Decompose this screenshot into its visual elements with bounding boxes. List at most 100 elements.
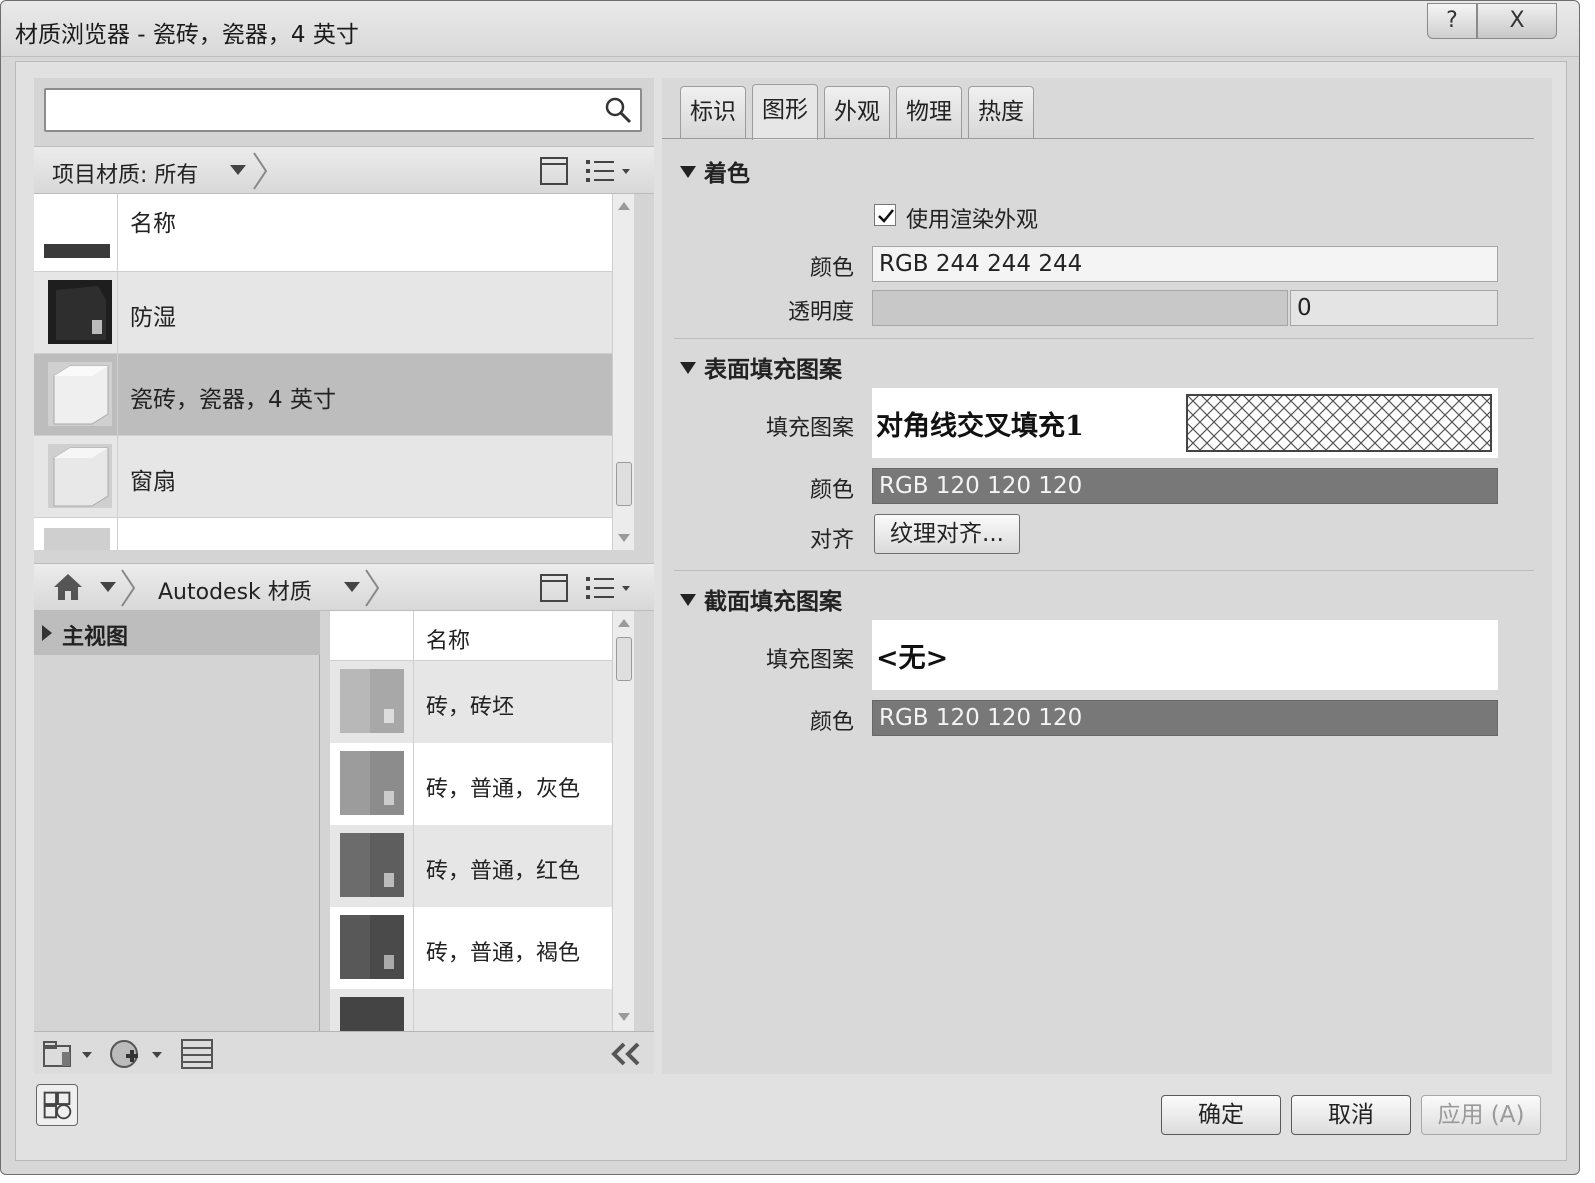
- section-shading-header[interactable]: 着色: [680, 154, 750, 188]
- list-item-label: 砖，普通，红色: [426, 859, 581, 884]
- use-render-appearance-checkbox[interactable]: [874, 204, 896, 226]
- collapse-triangle-icon[interactable]: [680, 166, 696, 178]
- partial-swatch: [340, 997, 404, 1031]
- list-item-label: 防湿: [130, 305, 176, 331]
- tab-physical[interactable]: 物理: [896, 86, 962, 138]
- material-swatch: [340, 751, 404, 815]
- list-item[interactable]: 砖，普通，灰色: [330, 743, 634, 825]
- shading-color-field[interactable]: RGB 244 244 244: [872, 246, 1498, 282]
- scroll-up-icon[interactable]: [618, 619, 630, 627]
- list-item-label: 砖，砖坯: [426, 695, 515, 720]
- tab-identity[interactable]: 标识: [680, 86, 746, 138]
- tab-underline: [662, 138, 1534, 139]
- breadcrumb-separator-icon: [365, 569, 380, 607]
- project-material-list: 名称 防湿 瓷砖，瓷器，4 英寸 窗扇: [34, 194, 634, 550]
- scroll-down-icon[interactable]: [618, 1013, 630, 1021]
- cut-color-label: 颜色: [809, 710, 854, 735]
- transparency-slider[interactable]: [872, 290, 1288, 326]
- list-item[interactable]: 砖，砖坯: [330, 661, 634, 743]
- home-icon[interactable]: [52, 572, 84, 602]
- search-box: [44, 88, 642, 132]
- scroll-thumb[interactable]: [616, 637, 632, 681]
- section-title: 截面填充图案: [704, 589, 842, 615]
- material-swatch: [48, 444, 112, 508]
- thumb-cell: [34, 272, 118, 353]
- transparency-value-field[interactable]: 0: [1290, 290, 1498, 326]
- scroll-down-icon[interactable]: [618, 534, 630, 542]
- thumb-cell: [34, 436, 118, 517]
- cut-color-field[interactable]: RGB 120 120 120: [872, 700, 1498, 736]
- tree-item-home-view[interactable]: 主视图: [34, 611, 320, 655]
- name-column-header[interactable]: 名称: [130, 204, 176, 238]
- material-browser-window: 材质浏览器 - 瓷砖，瓷器，4 英寸 ? X 项目材质: 所有 名称 防湿 瓷砖…: [0, 0, 1580, 1175]
- cut-pattern-name: <无>: [876, 643, 949, 674]
- thumb-cell: [330, 989, 414, 1031]
- breadcrumb-separator-icon: [253, 152, 268, 190]
- open-library-icon[interactable]: [42, 1038, 98, 1070]
- material-properties-pane: 标识 图形 外观 物理 热度 着色 使用渲染外观 颜色 RGB 244 244 …: [662, 78, 1552, 1074]
- texture-align-button[interactable]: 纹理对齐...: [874, 514, 1020, 554]
- list-header: 名称: [330, 611, 634, 661]
- expand-arrow-icon[interactable]: [42, 625, 52, 641]
- material-swatch: [340, 669, 404, 733]
- list-item[interactable]: 砖，普通，褐色: [330, 907, 634, 989]
- scroll-up-icon[interactable]: [618, 202, 630, 210]
- apply-button[interactable]: 应用 (A): [1421, 1095, 1541, 1135]
- list-item-selected[interactable]: 瓷砖，瓷器，4 英寸: [34, 354, 634, 436]
- cut-pattern-selector[interactable]: <无>: [872, 620, 1498, 690]
- breadcrumb-separator-icon: [121, 569, 136, 607]
- help-button[interactable]: ?: [1427, 3, 1477, 39]
- list-header: 名称: [34, 194, 634, 272]
- asset-editor-icon[interactable]: [178, 1038, 218, 1070]
- tab-thermal[interactable]: 热度: [968, 86, 1034, 138]
- window-title: 材质浏览器 - 瓷砖，瓷器，4 英寸: [15, 22, 359, 48]
- list-item[interactable]: 砖，普通，红色: [330, 825, 634, 907]
- ok-button[interactable]: 确定: [1161, 1095, 1281, 1135]
- name-column-header[interactable]: 名称: [426, 623, 470, 655]
- chevron-down-icon[interactable]: [344, 582, 360, 592]
- tab-appearance[interactable]: 外观: [824, 86, 890, 138]
- list-item-label: 砖，普通，褐色: [426, 941, 581, 966]
- tab-graphics[interactable]: 图形: [752, 84, 818, 140]
- chevron-down-icon[interactable]: [230, 165, 246, 175]
- section-divider: [674, 338, 1534, 339]
- surface-color-label: 颜色: [809, 478, 854, 503]
- list-item[interactable]: 防湿: [34, 272, 634, 354]
- create-material-icon[interactable]: [108, 1038, 168, 1070]
- list-view-icon[interactable]: [584, 155, 634, 187]
- align-label: 对齐: [809, 528, 854, 553]
- section-divider: [674, 570, 1534, 571]
- tree-item-label: 主视图: [62, 625, 129, 650]
- thumb-cell: [330, 907, 414, 989]
- project-list-scrollbar[interactable]: [612, 194, 634, 550]
- library-list-scrollbar[interactable]: [612, 611, 634, 1031]
- search-icon[interactable]: [604, 96, 632, 124]
- list-view-icon[interactable]: [584, 572, 634, 604]
- project-materials-label[interactable]: 项目材质: 所有: [52, 157, 198, 189]
- thumb-cell: [34, 354, 118, 435]
- thumb-cell: [330, 825, 414, 907]
- cancel-button[interactable]: 取消: [1291, 1095, 1411, 1135]
- surface-color-field[interactable]: RGB 120 120 120: [872, 468, 1498, 504]
- collapse-panel-icon[interactable]: [606, 1038, 646, 1070]
- material-browser-left-pane: 项目材质: 所有 名称 防湿 瓷砖，瓷器，4 英寸 窗扇 Autodesk 材质…: [34, 78, 654, 1074]
- panel-toggle-icon[interactable]: [538, 572, 570, 604]
- section-cut-pattern-header[interactable]: 截面填充图案: [680, 582, 842, 616]
- thumb-cell: [330, 661, 414, 743]
- panel-toggle-icon[interactable]: [538, 155, 570, 187]
- close-button[interactable]: X: [1477, 3, 1557, 39]
- thumb-cell: [34, 518, 118, 550]
- library-label[interactable]: Autodesk 材质: [158, 574, 312, 606]
- collapse-triangle-icon[interactable]: [680, 594, 696, 606]
- section-surface-pattern-header[interactable]: 表面填充图案: [680, 350, 842, 384]
- material-editor-toggle-icon[interactable]: [36, 1084, 78, 1126]
- surface-pattern-selector[interactable]: 对角线交叉填充1: [872, 388, 1498, 458]
- list-item[interactable]: 窗扇: [34, 436, 634, 518]
- project-materials-bar: 项目材质: 所有: [34, 146, 654, 194]
- search-input[interactable]: [52, 94, 592, 126]
- chevron-down-icon[interactable]: [100, 582, 116, 592]
- scroll-thumb[interactable]: [616, 462, 632, 506]
- library-bar: Autodesk 材质: [34, 563, 654, 611]
- collapse-triangle-icon[interactable]: [680, 362, 696, 374]
- material-swatch: [340, 833, 404, 897]
